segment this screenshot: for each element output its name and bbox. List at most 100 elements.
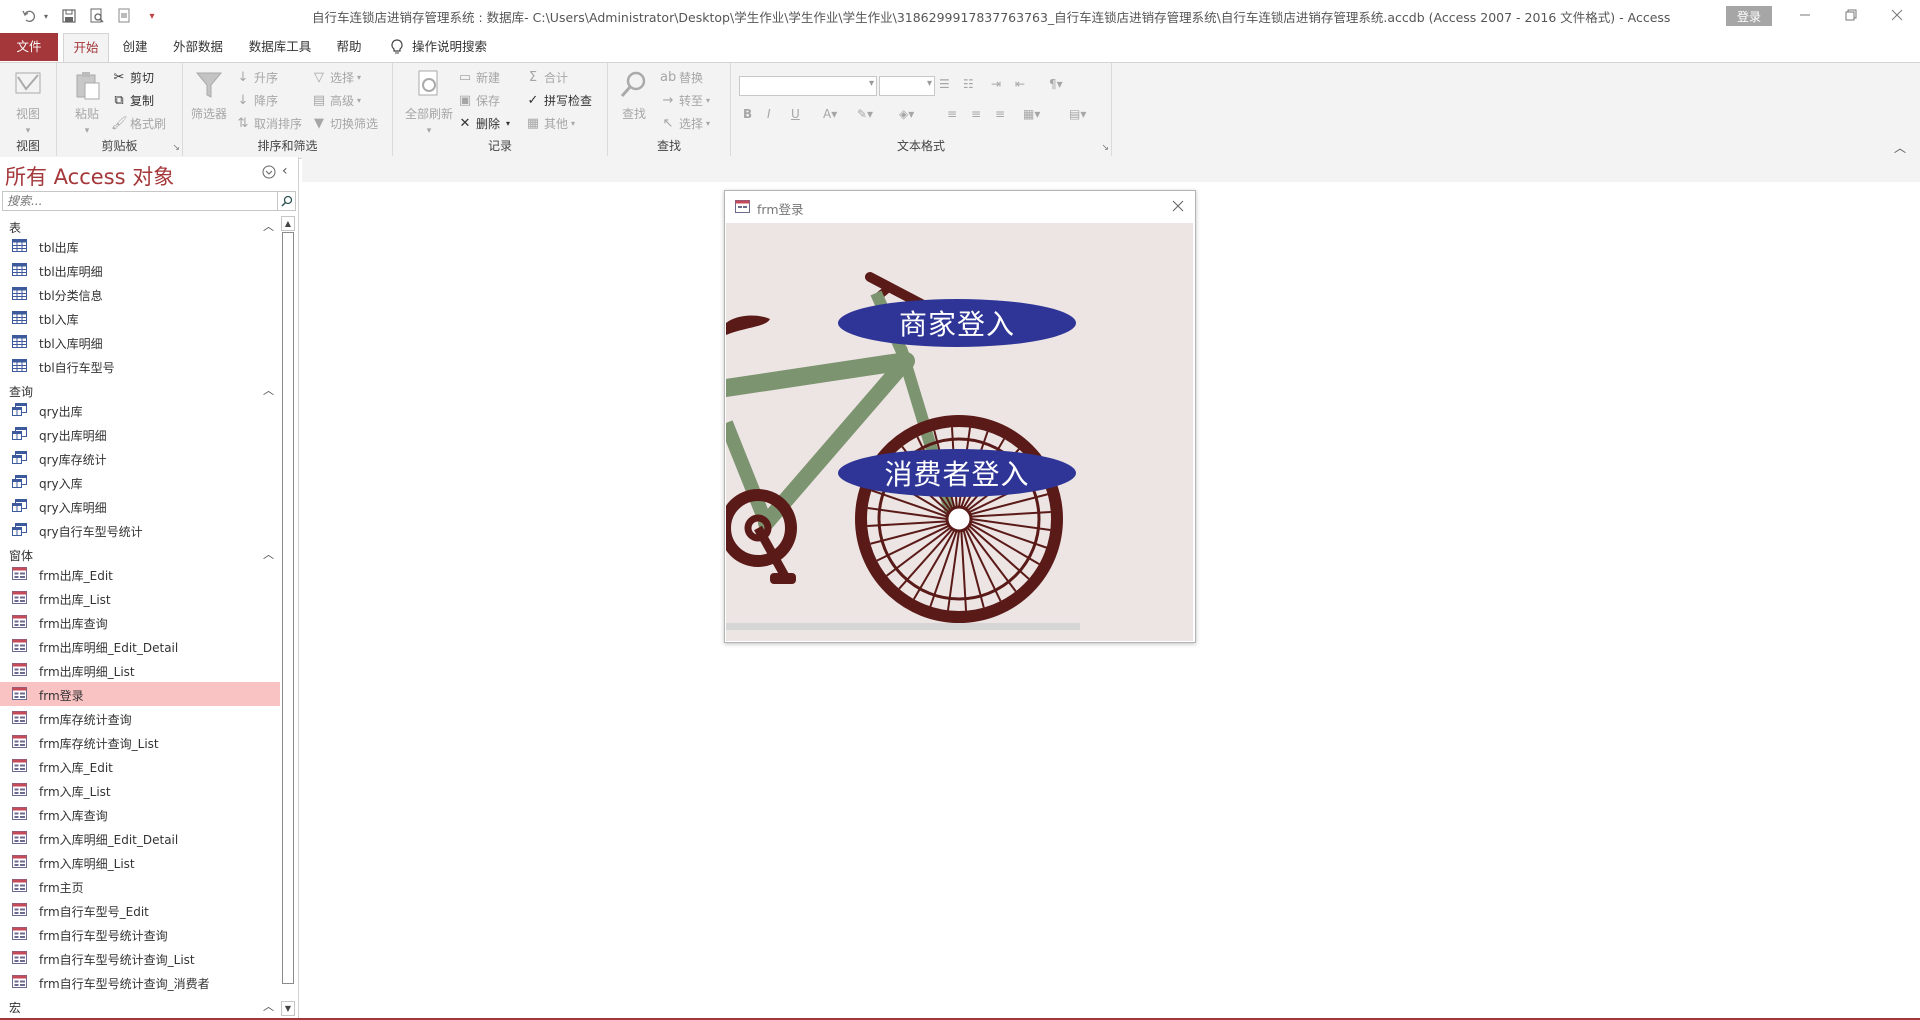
form-title-bar[interactable]: frm登录 — [725, 191, 1195, 223]
minimize-icon[interactable] — [1782, 0, 1828, 30]
rtl-icon[interactable]: ¶▾ — [1049, 77, 1063, 91]
nav-object-item[interactable]: frm库存统计查询 — [0, 706, 280, 730]
nav-object-item[interactable]: qry库存统计 — [0, 446, 280, 470]
align-left-icon[interactable]: ≡ — [947, 107, 957, 121]
align-right-icon[interactable]: ≡ — [995, 107, 1005, 121]
nav-object-item[interactable]: qry入库 — [0, 470, 280, 494]
scroll-up-icon[interactable]: ▲ — [281, 216, 295, 231]
view-button[interactable]: 视图 ▾ — [6, 69, 50, 136]
dialog-launcher-icon[interactable]: ↘ — [172, 143, 180, 153]
nav-object-item[interactable]: tbl分类信息 — [0, 282, 280, 306]
close-window-icon[interactable] — [1874, 0, 1920, 30]
delete-button[interactable]: ✕ 删除 ▾ — [457, 115, 510, 132]
nav-object-item[interactable]: tbl出库明细 — [0, 258, 280, 282]
nav-object-item[interactable]: frm出库明细_List — [0, 658, 280, 682]
numbering-icon[interactable]: ☷ — [963, 77, 974, 91]
toggle-filter-button[interactable]: ▼ 切换筛选 — [311, 115, 378, 132]
copy-button[interactable]: ⧉ 复制 — [111, 92, 154, 109]
fill-color-icon[interactable]: ◈▾ — [899, 107, 914, 121]
more-button[interactable]: ▦ 其他 ▾ — [525, 115, 575, 132]
nav-object-item[interactable]: frm登录 — [0, 682, 280, 706]
nav-object-item[interactable]: frm自行车型号统计查询_消费者 — [0, 970, 280, 994]
find-button[interactable]: 查找 — [612, 69, 656, 122]
nav-object-item[interactable]: tbl自行车型号 — [0, 354, 280, 378]
nav-object-item[interactable]: qry自行车型号统计 — [0, 518, 280, 542]
lightbulb-icon[interactable] — [386, 33, 408, 61]
document-icon[interactable] — [114, 6, 136, 26]
sort-desc-button[interactable]: ↓ 降序 — [235, 92, 278, 109]
indent-increase-icon[interactable]: ⇥ — [991, 77, 1001, 91]
spelling-button[interactable]: ✓ 拼写检查 — [525, 92, 592, 109]
nav-object-item[interactable]: frm主页 — [0, 874, 280, 898]
refresh-all-button[interactable]: 全部刷新 ▾ — [403, 69, 455, 136]
sort-asc-button[interactable]: ↓ 升序 — [235, 69, 278, 86]
totals-button[interactable]: Σ 合计 — [525, 69, 568, 86]
nav-section-header[interactable]: 查询 ︿ — [0, 380, 280, 400]
nav-object-item[interactable]: qry入库明细 — [0, 494, 280, 518]
font-name-dropdown[interactable] — [739, 76, 877, 96]
nav-object-item[interactable]: frm出库查询 — [0, 610, 280, 634]
nav-object-item[interactable]: frm出库_Edit — [0, 562, 280, 586]
nav-object-item[interactable]: frm入库明细_Edit_Detail — [0, 826, 280, 850]
collapse-chevron-icon[interactable]: ︿ — [263, 546, 274, 562]
alt-row-color-icon[interactable]: ▤▾ — [1069, 107, 1086, 121]
nav-object-item[interactable]: frm出库_List — [0, 586, 280, 610]
undo-dropdown-icon[interactable]: ▾ — [40, 6, 52, 26]
align-center-icon[interactable]: ≡ — [971, 107, 981, 121]
scroll-down-icon[interactable]: ▼ — [281, 1001, 295, 1016]
customize-qat-icon[interactable]: ▾ — [146, 6, 158, 26]
collapse-chevron-icon[interactable]: ︿ — [263, 998, 274, 1014]
goto-button[interactable]: → 转至 ▾ — [660, 92, 710, 109]
nav-section-header[interactable]: 表 ︿ — [0, 216, 280, 236]
nav-menu-dropdown-icon[interactable] — [262, 165, 276, 179]
nav-object-item[interactable]: qry出库 — [0, 398, 280, 422]
tab-help[interactable]: 帮助 — [331, 33, 367, 61]
underline-button[interactable]: U — [791, 107, 800, 121]
nav-search-input[interactable] — [2, 191, 278, 211]
replace-button[interactable]: ab 替换 — [660, 69, 703, 86]
undo-icon[interactable] — [18, 6, 40, 26]
collapse-ribbon-icon[interactable]: ︿ — [1894, 139, 1906, 156]
tab-create[interactable]: 创建 — [114, 33, 156, 61]
nav-section-header[interactable]: 宏 ︿ — [0, 996, 280, 1016]
nav-object-item[interactable]: frm出库明细_Edit_Detail — [0, 634, 280, 658]
nav-object-item[interactable]: frm自行车型号统计查询 — [0, 922, 280, 946]
nav-section-header[interactable]: 窗体 ︿ — [0, 544, 280, 564]
highlight-icon[interactable]: ✎▾ — [857, 107, 873, 121]
nav-object-item[interactable]: frm入库_List — [0, 778, 280, 802]
login-form-window[interactable]: frm登录 商家登入 消费者登入 — [724, 190, 1196, 643]
filter-button[interactable]: 筛选器 — [187, 69, 231, 122]
nav-object-item[interactable]: frm库存统计查询_List — [0, 730, 280, 754]
font-color-icon[interactable]: A▾ — [823, 107, 837, 121]
nav-object-item[interactable]: frm入库_Edit — [0, 754, 280, 778]
cut-button[interactable]: ✂ 剪切 — [111, 69, 154, 86]
save-record-button[interactable]: ▣ 保存 — [457, 92, 500, 109]
scroll-thumb[interactable] — [282, 232, 294, 984]
nav-object-item[interactable]: tbl出库 — [0, 234, 280, 258]
tab-database-tools[interactable]: 数据库工具 — [242, 33, 318, 61]
nav-object-item[interactable]: tbl入库 — [0, 306, 280, 330]
collapse-chevron-icon[interactable]: ︿ — [263, 382, 274, 398]
bullets-icon[interactable]: ☰ — [939, 77, 950, 91]
paste-button[interactable]: 粘贴 ▾ — [65, 69, 109, 136]
format-painter-button[interactable]: 🖌 格式刷 — [111, 115, 166, 132]
new-record-button[interactable]: ▭ 新建 — [457, 69, 500, 86]
shutter-bar-close-icon[interactable]: ‹ — [282, 163, 288, 179]
print-preview-icon[interactable] — [86, 6, 108, 26]
italic-button[interactable]: I — [767, 107, 771, 121]
clear-sort-button[interactable]: ⇅ 取消排序 — [235, 115, 302, 132]
gridlines-icon[interactable]: ▦▾ — [1023, 107, 1040, 121]
selection-button[interactable]: ▽ 选择 ▾ — [311, 69, 361, 86]
tab-home[interactable]: 开始 — [63, 33, 109, 63]
nav-object-item[interactable]: frm入库明细_List — [0, 850, 280, 874]
select-button[interactable]: ↖ 选择 ▾ — [660, 115, 710, 132]
nav-scrollbar[interactable]: ▲ ▼ — [281, 216, 296, 1016]
bold-button[interactable]: B — [743, 107, 752, 121]
signin-button[interactable]: 登录 — [1726, 6, 1772, 26]
merchant-login-button[interactable]: 商家登入 — [838, 299, 1076, 347]
form-close-icon[interactable] — [1169, 197, 1187, 215]
advanced-button[interactable]: ▤ 高级 ▾ — [311, 92, 361, 109]
nav-object-item[interactable]: frm自行车型号统计查询_List — [0, 946, 280, 970]
save-icon[interactable] — [58, 6, 80, 26]
nav-object-item[interactable]: tbl入库明细 — [0, 330, 280, 354]
